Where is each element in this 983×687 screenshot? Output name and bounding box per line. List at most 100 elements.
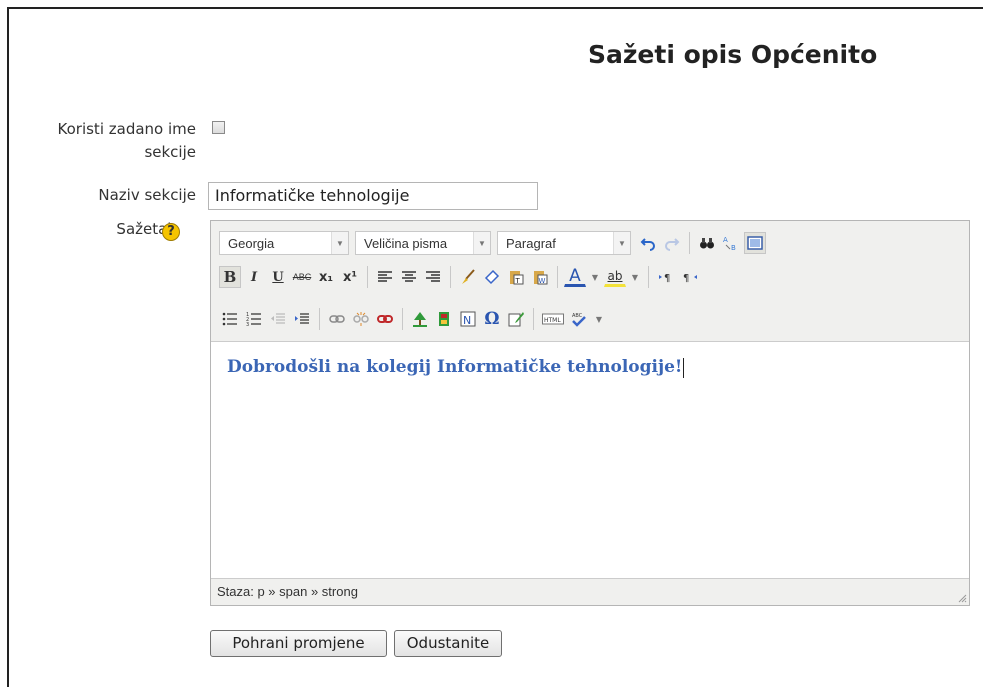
svg-text:ABC: ABC [572,313,583,319]
toolbar-separator [319,308,320,330]
italic-button[interactable]: I [243,266,265,288]
svg-text:N: N [463,314,471,327]
superscript-button[interactable]: x¹ [339,266,361,288]
svg-text:HTML: HTML [544,317,561,324]
svg-text:B: B [731,244,736,251]
align-right-icon [426,271,440,282]
rtl-icon: ¶ [683,273,697,284]
summary-label: Sažetak [116,220,176,238]
toolbar-separator [533,308,534,330]
format-select[interactable]: Paragraf ▼ [497,231,631,255]
chevron-down-icon: ▼ [613,232,630,254]
cancel-button[interactable]: Odustanite [394,630,502,657]
link-icon [329,315,345,323]
link-red-icon [377,315,393,323]
paste-word-icon: W [534,271,548,285]
media-button[interactable] [433,308,455,330]
undo-icon [640,238,655,251]
resize-grip-icon[interactable] [957,593,967,603]
omega-icon[interactable]: Ω [481,308,503,330]
editor-content-text: Dobrodošli na kolegij Informatičke tehno… [227,357,683,377]
binoculars-icon [700,238,714,249]
toolbar-separator [648,266,649,288]
align-right-button[interactable] [422,266,444,288]
text-cursor [683,357,685,378]
chevron-down-icon[interactable]: ▼ [592,308,606,330]
highlight-color-button[interactable]: ab [604,267,626,287]
numbered-list-icon: 123 [246,312,261,327]
font-size-select[interactable]: Veličina pisma ▼ [355,231,491,255]
strikethrough-button[interactable]: ABC [291,266,313,288]
chevron-down-icon[interactable]: ▼ [588,266,602,288]
indent-button[interactable] [291,308,313,330]
image-button[interactable] [409,308,431,330]
unlink-button[interactable] [350,308,372,330]
undo-button[interactable] [637,232,659,254]
svg-text:3: 3 [246,322,249,327]
image-icon [413,312,427,327]
page-title: Sažeti opis Općenito [588,40,878,69]
chevron-down-icon: ▼ [331,232,348,254]
underline-button[interactable]: U [267,266,289,288]
rtl-button[interactable]: ¶ [679,266,701,288]
spellcheck-icon: ABC [572,313,586,327]
broom-icon [462,269,475,284]
save-changes-button[interactable]: Pohrani promjene [210,630,387,657]
ltr-icon: ¶ [659,273,670,284]
fullscreen-button[interactable] [744,232,766,254]
replace-icon: AB [723,236,736,251]
remove-format-button[interactable] [481,266,503,288]
element-path: Staza: p » span » strong [217,584,358,599]
subscript-button[interactable]: x₁ [315,266,337,288]
indent-icon [295,313,309,324]
html-icon: HTML [542,313,564,325]
section-name-input[interactable]: Informatičke tehnologije [208,182,538,210]
toolbar-separator [367,266,368,288]
use-default-name-label: Koristi zadano ime sekcije [57,120,196,161]
nolink-button[interactable] [505,308,527,330]
editor-toolbar: Georgia ▼ Veličina pisma ▼ Paragraf ▼ A … [211,221,969,342]
replace-button[interactable]: AB [720,232,742,254]
bullet-list-icon [222,312,237,326]
font-family-select[interactable]: Georgia ▼ [219,231,349,255]
equation-icon: N [460,311,476,327]
redo-button[interactable] [661,232,683,254]
cleanup-button[interactable] [457,266,479,288]
html-button[interactable]: HTML [540,308,566,330]
unlink-icon [353,312,369,326]
fullscreen-icon [747,236,763,250]
svg-text:¶: ¶ [664,273,670,284]
film-icon [439,312,449,326]
chevron-down-icon[interactable]: ▼ [628,266,642,288]
paste-text-icon: T [510,271,524,285]
bullet-list-button[interactable] [219,308,241,330]
use-default-name-checkbox[interactable] [212,121,225,134]
toolbar-separator [689,232,690,254]
toolbar-separator [450,266,451,288]
link-button[interactable] [326,308,348,330]
svg-text:T: T [515,277,521,285]
anchor-link-button[interactable] [374,308,396,330]
font-family-value: Georgia [228,235,275,251]
equation-button[interactable]: N [457,308,479,330]
redo-icon [665,238,680,251]
find-button[interactable] [696,232,718,254]
outdent-button[interactable] [267,308,289,330]
editor-content[interactable]: Dobrodošli na kolegij Informatičke tehno… [227,357,685,378]
text-color-button[interactable]: A [564,266,586,287]
svg-text:W: W [539,277,546,285]
help-icon[interactable]: ? [162,223,180,241]
bold-button[interactable]: B [219,266,241,288]
paste-word-button[interactable]: W [529,266,551,288]
align-left-icon [378,271,392,282]
toolbar-row-2: B I U ABC x₁ x¹ T W A ▼ ab ▼ ¶ ¶ [219,263,701,291]
toolbar-separator [402,308,403,330]
ltr-button[interactable]: ¶ [655,266,677,288]
paste-text-button[interactable]: T [505,266,527,288]
spellcheck-button[interactable]: ABC [568,308,590,330]
toolbar-row-1: Georgia ▼ Veličina pisma ▼ Paragraf ▼ A … [219,229,766,257]
align-center-button[interactable] [398,266,420,288]
align-left-button[interactable] [374,266,396,288]
numbered-list-button[interactable]: 123 [243,308,265,330]
rich-text-editor: Georgia ▼ Veličina pisma ▼ Paragraf ▼ A … [210,220,970,606]
